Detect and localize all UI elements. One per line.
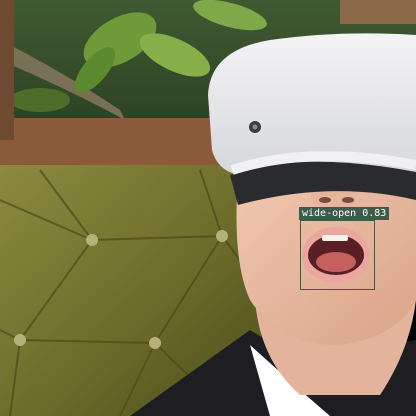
detection-label: wide-open 0.83 xyxy=(299,207,390,220)
photo-scene: wide-open 0.83 xyxy=(0,0,416,416)
nostril xyxy=(342,197,354,203)
nostril xyxy=(319,197,331,203)
leaf xyxy=(10,88,70,112)
wood-frame xyxy=(0,118,230,170)
headset-sensor-lens xyxy=(252,124,258,130)
wall-edge xyxy=(340,0,416,24)
wood-post xyxy=(0,0,14,140)
detection-class: wide-open xyxy=(302,208,357,219)
detection-box xyxy=(300,220,375,290)
detection-score: 0.83 xyxy=(362,208,387,219)
